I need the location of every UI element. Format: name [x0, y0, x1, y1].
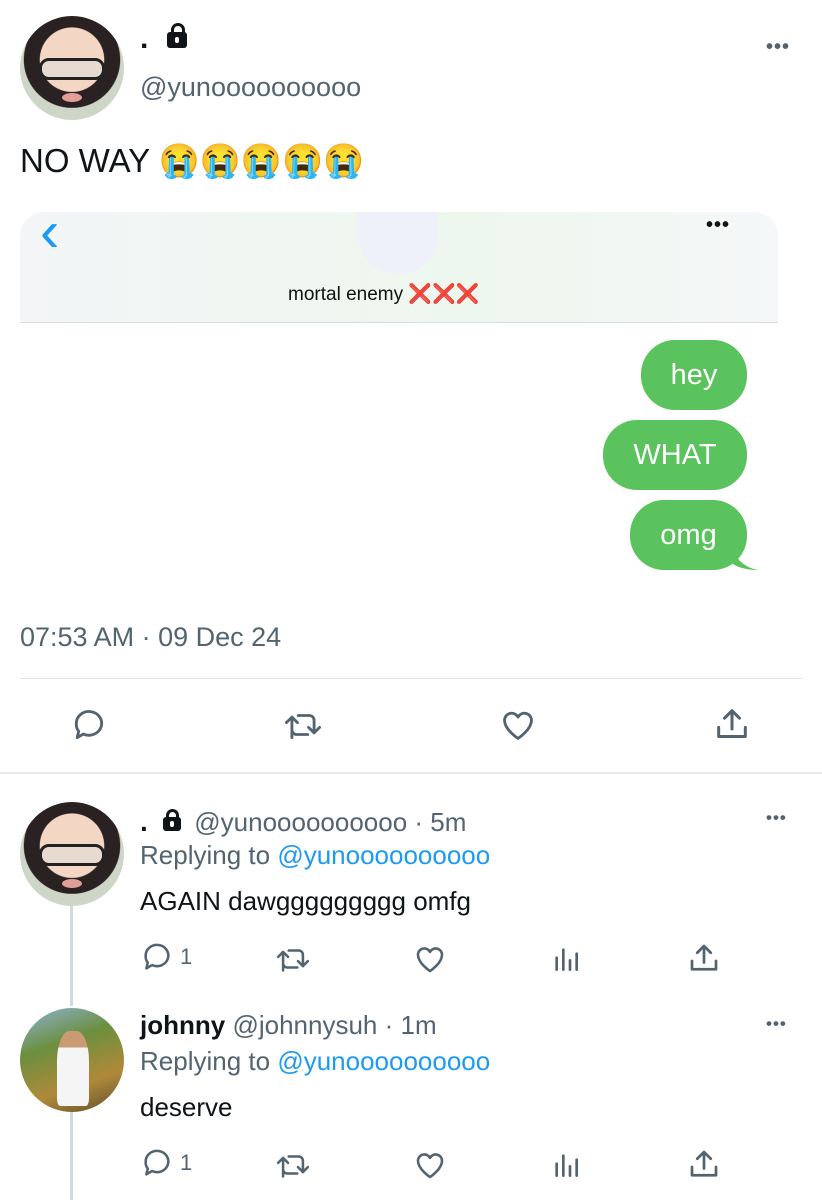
share-button[interactable] — [712, 704, 752, 744]
analytics-icon — [555, 1154, 578, 1177]
lock-icon — [163, 809, 182, 832]
display-name[interactable]: . — [140, 22, 187, 56]
reply-handle: @johnnysuh — [232, 1010, 378, 1040]
replying-to: Replying to @yunoooooooooo — [140, 840, 490, 871]
share-icon — [690, 1150, 718, 1177]
analytics-button[interactable] — [550, 942, 582, 976]
like-button[interactable] — [412, 1148, 448, 1182]
retweet-button[interactable] — [282, 706, 324, 744]
attached-image[interactable]: ‹ ••• mortal enemy ❌❌❌ hey WHAT omg — [20, 212, 778, 582]
reply-header[interactable]: . @yunoooooooooo · 5m — [140, 806, 466, 838]
lock-icon — [166, 23, 187, 49]
analytics-icon — [555, 948, 578, 971]
reply-display-name: . — [140, 806, 148, 837]
replying-to-label: Replying to — [140, 840, 271, 870]
retweet-button[interactable] — [274, 942, 312, 976]
reply-header[interactable]: johnny @johnnysuh · 1m — [140, 1010, 437, 1041]
retweet-icon — [276, 949, 310, 972]
reply-time: · 1m — [384, 1010, 437, 1040]
more-options-button[interactable]: ••• — [766, 36, 790, 59]
replying-to-label: Replying to — [140, 1046, 271, 1076]
share-icon — [717, 709, 747, 738]
reply-more-button[interactable]: ••• — [766, 1014, 787, 1034]
replying-to: Replying to @yunoooooooooo — [140, 1046, 490, 1077]
reply-text: AGAIN dawggggggggg omfg — [140, 886, 471, 916]
back-icon[interactable]: ‹ — [40, 212, 59, 265]
replying-to-handle[interactable]: @yunoooooooooo — [277, 1046, 490, 1076]
share-button[interactable] — [686, 1146, 722, 1182]
share-button[interactable] — [686, 940, 722, 976]
retweet-icon — [276, 1155, 310, 1178]
thread-line — [70, 906, 73, 1006]
share-icon — [690, 944, 718, 971]
section-divider — [0, 772, 822, 774]
reply-button[interactable] — [70, 706, 108, 744]
retweet-icon — [284, 714, 322, 740]
reply-icon — [74, 710, 104, 740]
heart-icon — [416, 1153, 444, 1179]
reply-count: 1 — [180, 1150, 193, 1175]
like-button[interactable] — [498, 706, 538, 744]
reply-text: deserve — [140, 1092, 233, 1122]
reply-button[interactable]: 1 — [140, 1146, 192, 1180]
analytics-button[interactable] — [550, 1148, 582, 1182]
avatar[interactable] — [20, 16, 124, 120]
reply-avatar[interactable] — [20, 802, 124, 906]
tweet-text: NO WAY 😭😭😭😭😭 — [20, 142, 365, 179]
reply-count: 1 — [180, 944, 193, 969]
tweet-timestamp[interactable]: 07:53 AM · 09 Dec 24 — [20, 622, 281, 653]
reply-button[interactable]: 1 — [140, 940, 192, 974]
divider — [20, 678, 802, 679]
reply-icon — [144, 943, 170, 970]
like-button[interactable] — [412, 942, 448, 976]
heart-icon — [416, 947, 444, 973]
handle[interactable]: @yunoooooooooo — [140, 72, 361, 103]
message-bubble-hey: hey — [641, 340, 747, 410]
reply-display-name: johnny — [140, 1010, 226, 1040]
display-name-text: . — [140, 22, 149, 55]
reply-handle: @yunoooooooooo — [194, 807, 408, 837]
reply-more-button[interactable]: ••• — [766, 808, 787, 828]
contact-name: mortal enemy ❌❌❌ — [288, 284, 480, 305]
retweet-button[interactable] — [274, 1148, 312, 1182]
heart-icon — [503, 711, 533, 740]
more-icon[interactable]: ••• — [706, 214, 730, 237]
reply-avatar[interactable] — [20, 1008, 124, 1112]
message-bubble-what: WHAT — [603, 420, 747, 490]
bubble-tail — [730, 542, 758, 570]
replying-to-handle[interactable]: @yunoooooooooo — [277, 840, 490, 870]
thread-line — [70, 1112, 73, 1200]
reply-icon — [144, 1149, 170, 1176]
reply-time: · 5m — [414, 807, 467, 837]
